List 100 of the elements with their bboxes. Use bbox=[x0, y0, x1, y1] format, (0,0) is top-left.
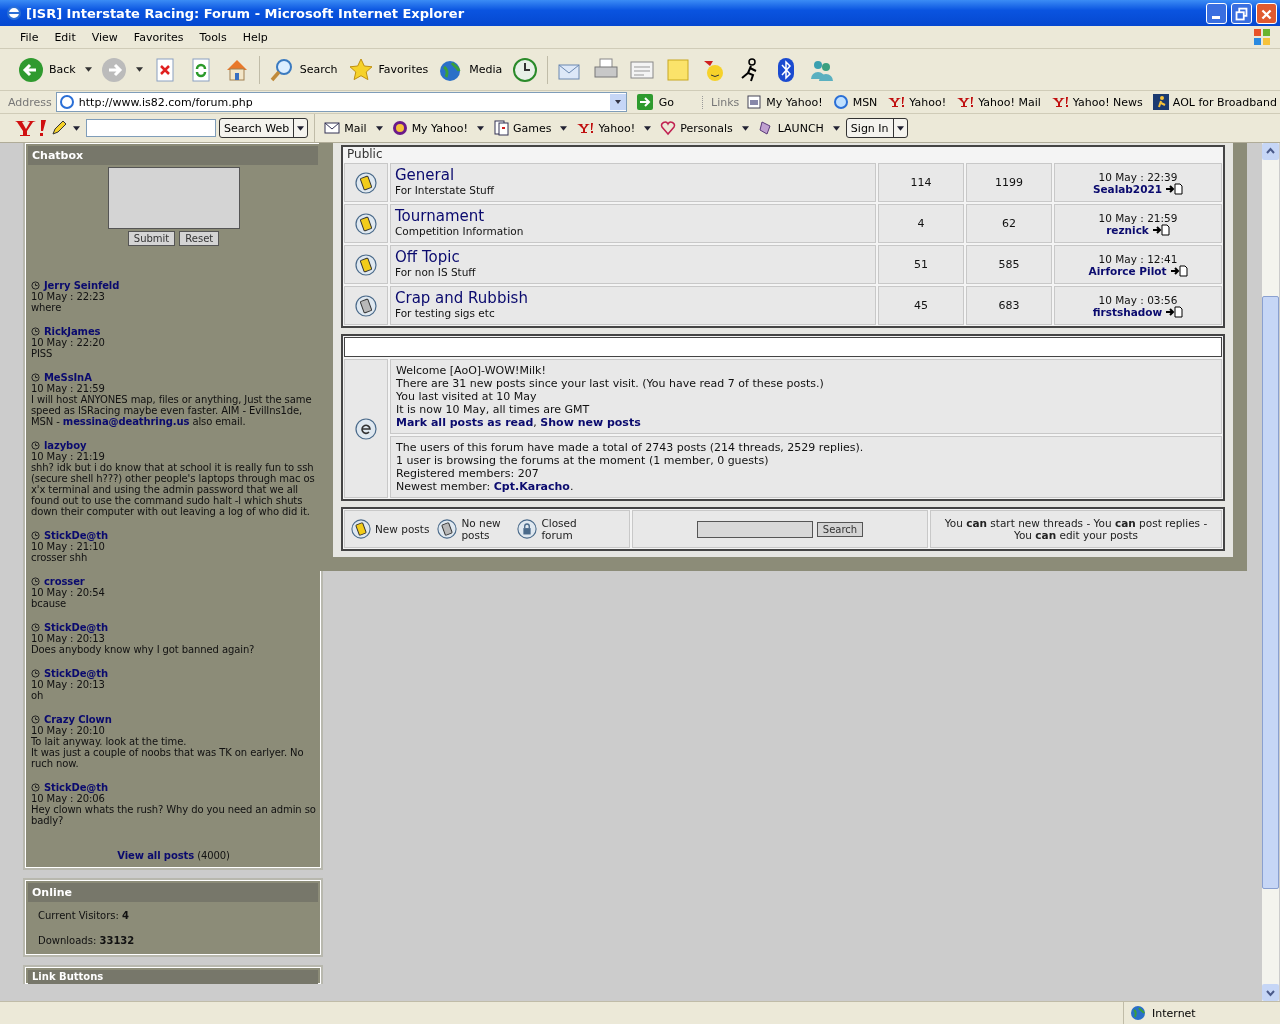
sign-in-button[interactable]: Sign In bbox=[845, 118, 908, 138]
toolbar-button[interactable]: My Yahoo! bbox=[388, 120, 471, 136]
page-icon bbox=[746, 94, 763, 110]
message-field[interactable] bbox=[107, 167, 240, 229]
last-post-time: 10 May : 12:41 bbox=[1098, 252, 1178, 265]
yahoo-logo-icon[interactable] bbox=[14, 118, 48, 138]
forum-description: For non IS Stuff bbox=[395, 266, 477, 278]
author-link[interactable]: Crazy Clown bbox=[44, 714, 112, 725]
badge-icon bbox=[391, 120, 408, 136]
search-field[interactable] bbox=[86, 119, 216, 137]
scroll-up-icon[interactable] bbox=[1262, 143, 1279, 160]
member-link[interactable]: Cpt.Karacho bbox=[493, 480, 570, 493]
toolbar-button[interactable]: Personals bbox=[657, 120, 736, 136]
close-button[interactable] bbox=[1256, 2, 1277, 24]
toolbar-button[interactable]: Mail bbox=[321, 120, 370, 136]
reset-button[interactable]: Reset bbox=[179, 231, 220, 246]
link-button[interactable]: My Yahoo! bbox=[743, 94, 826, 110]
author-link[interactable]: reznick bbox=[1106, 223, 1149, 236]
favorites-button[interactable]: Favorites bbox=[343, 54, 433, 85]
link-button[interactable]: AOL for Broadband bbox=[1149, 94, 1280, 110]
author-link[interactable]: StickDe@th bbox=[44, 622, 108, 633]
last-post-time: 10 May : 21:59 bbox=[1098, 211, 1178, 224]
author-link[interactable]: StickDe@th bbox=[44, 530, 108, 541]
legend-label: No new posts bbox=[461, 517, 502, 541]
author-link[interactable]: StickDe@th bbox=[44, 668, 108, 679]
link-button[interactable]: Yahoo! Mail bbox=[953, 95, 1044, 109]
dropdown-caret-icon[interactable] bbox=[135, 67, 143, 72]
link-button[interactable]: Yahoo! bbox=[884, 95, 950, 109]
message-time: 10 May : 21:19 bbox=[31, 451, 105, 462]
welcome-text: Welcome [AoO]-WOW!Milk! bbox=[396, 364, 547, 377]
clock-icon bbox=[31, 783, 40, 792]
forum-search-field[interactable] bbox=[696, 520, 813, 538]
dropdown-caret-icon[interactable] bbox=[560, 125, 568, 131]
stat-value: 4 bbox=[122, 910, 129, 921]
pencil-icon[interactable] bbox=[51, 120, 67, 136]
go-to-post-icon[interactable] bbox=[1165, 182, 1184, 195]
menu-item[interactable]: Favorites bbox=[125, 30, 192, 44]
address-field[interactable]: http://www.is82.com/forum.php bbox=[55, 92, 627, 112]
message-text: I will host ANYONES map, files or anything, Just the same speed as ISRacing maybe even faster. AIM - EvilIns1de, MSN - messina@deathring.us also email. bbox=[31, 394, 313, 427]
forum-action-link[interactable]: Show new posts bbox=[540, 416, 641, 429]
toolbar-button[interactable]: LAUNCH bbox=[754, 120, 827, 136]
topic-count: 4 bbox=[878, 204, 964, 243]
author-link[interactable]: StickDe@th bbox=[44, 782, 108, 793]
dropdown-caret-icon[interactable] bbox=[741, 125, 749, 131]
toolbar-button[interactable]: Yahoo! bbox=[573, 121, 639, 135]
toolbar-button[interactable]: Games bbox=[489, 120, 555, 136]
author-link[interactable]: lazyboy bbox=[44, 440, 87, 451]
message-time: 10 May : 20:13 bbox=[31, 679, 106, 690]
author-link[interactable]: Airforce Pilot bbox=[1088, 264, 1167, 277]
dropdown-caret-icon[interactable] bbox=[84, 67, 92, 72]
message-text: shh? idk but i do know that at school it is really fun to ssh (secure shell h???) other people's laptops through mac os x'x terminal and using the admin password that we all found out to use the command sudo halt -l which shuts down their computer with out leaving a log of who did it. bbox=[31, 462, 316, 517]
padlock-icon bbox=[517, 519, 538, 539]
vertical-scrollbar[interactable] bbox=[1262, 143, 1279, 1001]
message-text: bcause bbox=[31, 598, 68, 609]
view-all-posts-link[interactable]: View all posts bbox=[117, 850, 195, 861]
menu-item[interactable]: Help bbox=[234, 30, 276, 44]
menu-item[interactable]: View bbox=[83, 30, 126, 44]
forum-link[interactable]: Off Topic bbox=[395, 249, 871, 266]
author-link[interactable]: MeSsInA bbox=[44, 372, 92, 383]
submit-button[interactable]: Submit bbox=[127, 231, 176, 246]
menu-item[interactable]: Edit bbox=[46, 30, 84, 44]
minimize-button[interactable] bbox=[1206, 2, 1227, 24]
message-time: 10 May : 20:06 bbox=[31, 793, 105, 804]
dropdown-caret-icon[interactable] bbox=[73, 125, 80, 131]
dropdown-caret-icon[interactable] bbox=[297, 125, 305, 131]
media-button[interactable]: Media bbox=[434, 54, 507, 85]
search-web-button[interactable]: Search Web bbox=[219, 118, 309, 138]
author-link[interactable]: firstshadow bbox=[1092, 305, 1163, 318]
topic-count: 114 bbox=[878, 163, 964, 202]
dropdown-caret-icon[interactable] bbox=[832, 125, 840, 131]
forum-link[interactable]: Crap and Rubbish bbox=[395, 290, 871, 307]
search-button[interactable]: Search bbox=[264, 54, 342, 85]
restore-button[interactable] bbox=[1231, 2, 1252, 24]
go-to-post-icon[interactable] bbox=[1169, 264, 1188, 277]
author-link[interactable]: Jerry Seinfeld bbox=[44, 280, 120, 291]
email-link[interactable]: messina@deathring.us bbox=[62, 416, 190, 427]
go-button[interactable]: Go bbox=[630, 93, 681, 111]
link-button[interactable]: MSN bbox=[829, 94, 881, 110]
menu-item[interactable]: Tools bbox=[191, 30, 235, 44]
dropdown-caret-icon[interactable] bbox=[476, 125, 484, 131]
post-count: 683 bbox=[966, 286, 1052, 325]
go-to-post-icon[interactable] bbox=[1165, 305, 1184, 318]
forum-link[interactable]: General bbox=[395, 167, 871, 184]
dropdown-button-icon[interactable] bbox=[609, 94, 626, 110]
author-link[interactable]: Sealab2021 bbox=[1092, 182, 1163, 195]
author-link[interactable]: crosser bbox=[44, 576, 85, 587]
scroll-down-icon[interactable] bbox=[1262, 984, 1279, 1001]
message-time: 10 May : 22:23 bbox=[31, 291, 106, 302]
dropdown-caret-icon[interactable] bbox=[896, 125, 904, 131]
scroll-thumb[interactable] bbox=[1262, 296, 1279, 889]
menu-item[interactable]: File bbox=[12, 30, 47, 44]
forum-link[interactable]: Tournament bbox=[395, 208, 871, 225]
link-button[interactable]: Yahoo! News bbox=[1047, 95, 1146, 109]
author-link[interactable]: RickJames bbox=[44, 326, 101, 337]
search-button[interactable]: Search bbox=[816, 521, 864, 537]
dropdown-caret-icon[interactable] bbox=[375, 125, 383, 131]
dropdown-caret-icon[interactable] bbox=[644, 125, 652, 131]
message-time: 10 May : 20:10 bbox=[31, 725, 106, 736]
go-to-post-icon[interactable] bbox=[1151, 223, 1170, 236]
back-button[interactable]: Back bbox=[14, 54, 80, 85]
